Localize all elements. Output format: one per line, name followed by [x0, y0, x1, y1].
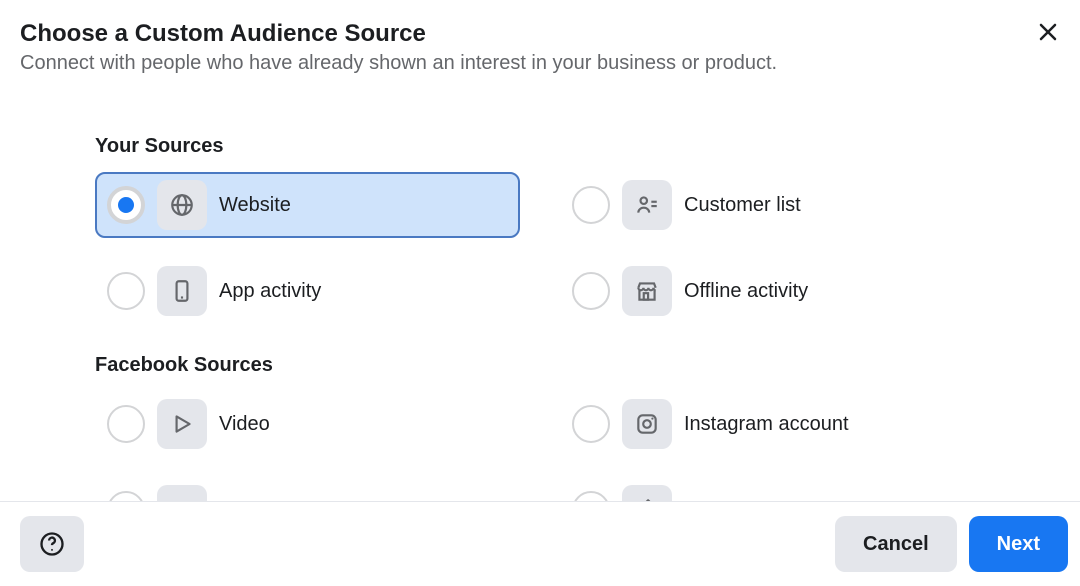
close-icon[interactable] — [1036, 20, 1060, 44]
modal-footer: Cancel Next — [0, 501, 1080, 586]
radio-button[interactable] — [572, 186, 610, 224]
phone-icon — [157, 266, 207, 316]
help-icon — [38, 530, 66, 558]
customer-list-icon — [622, 180, 672, 230]
radio-button[interactable] — [572, 405, 610, 443]
radio-button[interactable] — [107, 186, 145, 224]
store-icon — [622, 266, 672, 316]
option-app-activity[interactable]: App activity — [95, 258, 520, 324]
modal-subtitle: Connect with people who have already sho… — [20, 52, 777, 75]
option-label: Video — [219, 413, 270, 436]
modal-content: Your Sources Website — [0, 75, 1080, 543]
radio-button[interactable] — [107, 272, 145, 310]
option-offline-activity[interactable]: Offline activity — [560, 258, 985, 324]
option-customer-list[interactable]: Customer list — [560, 172, 985, 238]
option-label: Customer list — [684, 194, 801, 217]
option-video[interactable]: Video — [95, 391, 520, 457]
section-title-your-sources: Your Sources — [95, 135, 985, 158]
globe-icon — [157, 180, 207, 230]
modal-header: Choose a Custom Audience Source Connect … — [0, 0, 1080, 75]
option-label: App activity — [219, 280, 321, 303]
section-title-facebook-sources: Facebook Sources — [95, 354, 985, 377]
play-icon — [157, 399, 207, 449]
your-sources-grid: Website Customer list — [95, 172, 985, 324]
radio-button[interactable] — [107, 405, 145, 443]
option-website[interactable]: Website — [95, 172, 520, 238]
help-button[interactable] — [20, 516, 84, 572]
option-label: Offline activity — [684, 280, 808, 303]
modal-title: Choose a Custom Audience Source — [20, 20, 777, 48]
next-button[interactable]: Next — [969, 516, 1068, 572]
option-label: Website — [219, 194, 291, 217]
radio-button[interactable] — [572, 272, 610, 310]
option-instagram-account[interactable]: Instagram account — [560, 391, 985, 457]
option-label: Instagram account — [684, 413, 849, 436]
instagram-icon — [622, 399, 672, 449]
cancel-button[interactable]: Cancel — [835, 516, 957, 572]
